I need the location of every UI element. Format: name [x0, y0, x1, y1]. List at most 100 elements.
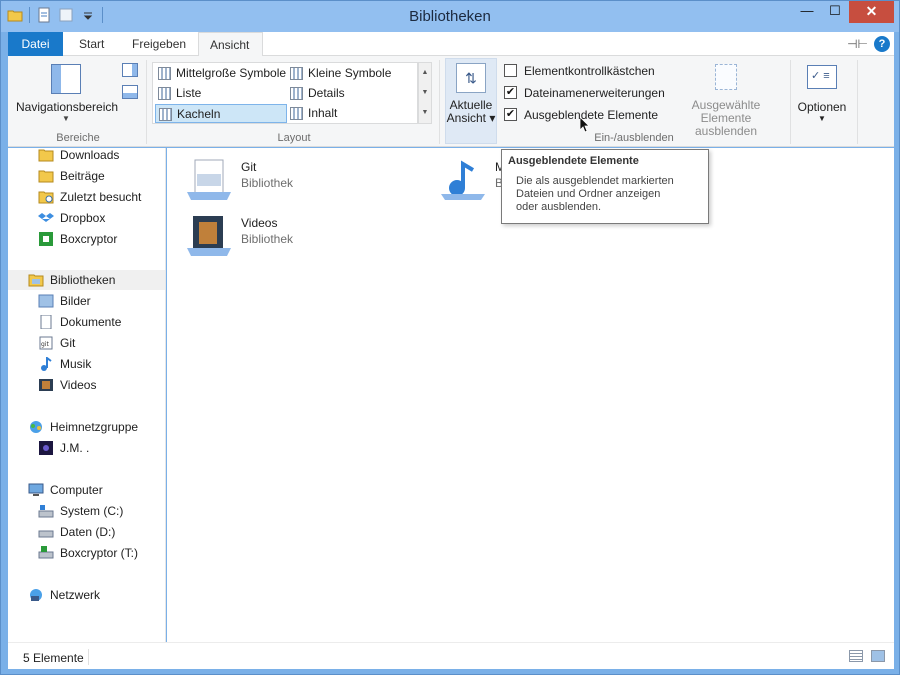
tile-git[interactable]: Git Bibliothek: [187, 158, 387, 206]
nav-item-label: Netzwerk: [50, 588, 101, 602]
navigation-pane-button[interactable]: Navigationsbereich ▼: [16, 62, 119, 123]
checkbox-checked[interactable]: ✔: [504, 86, 517, 99]
layout-list[interactable]: Liste: [155, 84, 287, 103]
nav-item-label: Zuletzt besucht: [60, 190, 142, 204]
ribbon-tabs: Datei Start Freigeben Ansicht ⊣⊢ ?: [8, 32, 894, 57]
layout-content[interactable]: Inhalt: [287, 104, 415, 123]
nav-item-label: System (C:): [60, 504, 124, 518]
tab-share[interactable]: Freigeben: [121, 32, 197, 56]
nav-item-label: Downloads: [60, 148, 120, 162]
grid-icon: [158, 67, 171, 80]
tooltip-title: Ausgeblendete Elemente: [508, 155, 639, 167]
git-library-icon: [187, 158, 231, 202]
explorer-window: Bibliotheken — ☐ ✕ Datei Start Freigeben…: [0, 0, 900, 675]
nav-item-libraries[interactable]: Bibliotheken: [8, 270, 165, 290]
current-view-button[interactable]: ⇅ Aktuelle Ansicht ▾: [445, 58, 497, 144]
scroll-down-icon[interactable]: ▼: [419, 83, 431, 103]
tiles-icon: [159, 108, 172, 121]
pictures-icon: [38, 294, 54, 308]
nav-item-label: Boxcryptor (T:): [60, 546, 139, 560]
close-button[interactable]: ✕: [849, 1, 894, 23]
maximize-button[interactable]: ☐: [821, 1, 849, 23]
layout-small-icons[interactable]: Kleine Symbole: [287, 64, 415, 83]
gallery-expand-icon[interactable]: ▼: [419, 103, 431, 123]
scroll-up-icon[interactable]: ▲: [419, 63, 431, 83]
checkbox-label: Ausgeblendete Elemente: [524, 108, 659, 122]
checkbox-label: Dateinamenerweiterungen: [524, 86, 665, 100]
svg-text:git: git: [41, 341, 49, 348]
nav-item-label: Bilder: [60, 294, 91, 308]
options-button[interactable]: Optionen ▼: [794, 62, 850, 123]
layout-item-label: Kleine Symbole: [308, 66, 392, 80]
mouse-cursor-icon: [580, 117, 590, 133]
nav-item-label: Bibliotheken: [50, 273, 116, 287]
hide-selected-button[interactable]: Ausgewählte Elemente ausblenden: [668, 62, 784, 138]
details-pane-button[interactable]: [122, 85, 138, 99]
tab-view[interactable]: Ansicht: [198, 32, 263, 57]
tab-start[interactable]: Start: [68, 32, 115, 56]
layout-gallery-scroll[interactable]: ▲ ▼ ▼: [418, 62, 432, 124]
options-icon: [807, 65, 837, 89]
content-icon: [290, 107, 303, 120]
folder-icon: [38, 169, 54, 183]
hide-selected-icon: [715, 64, 737, 90]
minimize-button[interactable]: —: [793, 1, 821, 23]
pin-ribbon-icon[interactable]: ⊣⊢: [847, 37, 868, 51]
chevron-down-icon: ▼: [62, 114, 70, 123]
chevron-down-icon: ▼: [818, 114, 826, 123]
tab-file[interactable]: Datei: [8, 32, 63, 56]
checkbox-unchecked[interactable]: [504, 64, 517, 77]
group-separator: [439, 60, 440, 144]
videos-icon: [38, 378, 54, 392]
list-icon: [158, 87, 171, 100]
nav-item-label: Dokumente: [60, 315, 122, 329]
nav-item-label: J.M. .: [60, 441, 90, 455]
tile-videos[interactable]: Videos Bibliothek: [187, 214, 387, 262]
grid-icon: [290, 67, 303, 80]
nav-item-label: Beiträge: [60, 169, 105, 183]
checkbox-file-extensions[interactable]: ✔ Dateinamenerweiterungen: [504, 84, 665, 102]
homegroup-icon: [28, 420, 44, 434]
layout-item-label: Liste: [176, 86, 202, 100]
group-label-showhide: Ein-/ausblenden: [594, 132, 674, 144]
tile-type: Bibliothek: [241, 232, 294, 246]
navigation-pane-icon: [51, 64, 81, 94]
details-view-icon[interactable]: [849, 650, 863, 662]
nav-item-label: Heimnetzgruppe: [50, 420, 139, 434]
group-separator: [857, 60, 858, 144]
group-separator: [146, 60, 147, 144]
tile-type: Bibliothek: [241, 176, 294, 190]
nav-item-label: Git: [60, 336, 76, 350]
checkbox-checked[interactable]: ✔: [504, 108, 517, 121]
boxcryptor-drive-icon: [38, 546, 54, 560]
tile-name: Git: [241, 160, 257, 174]
checkbox-item-checkboxes[interactable]: Elementkontrollkästchen: [504, 62, 655, 80]
checkbox-label: Elementkontrollkästchen: [524, 64, 655, 78]
navigation-pane-label: Navigationsbereich: [16, 100, 119, 114]
git-icon: git: [38, 336, 54, 350]
libraries-icon: [28, 273, 44, 287]
system-drive-icon: [38, 504, 54, 518]
item-count: 5 Elemente: [23, 651, 84, 665]
nav-item-label: Musik: [60, 357, 92, 371]
music-library-icon: [441, 158, 485, 202]
tooltip-text-line: Die als ausgeblendet markierten: [516, 175, 674, 187]
status-separator: [88, 649, 89, 665]
layout-item-label: Mittelgroße Symbole: [176, 66, 287, 80]
computer-icon: [28, 483, 44, 497]
nav-item-label: Videos: [60, 378, 97, 392]
title-bar: Bibliotheken — ☐ ✕: [1, 1, 899, 32]
help-icon[interactable]: ?: [874, 36, 890, 52]
layout-tiles[interactable]: Kacheln: [155, 104, 287, 123]
documents-icon: [38, 314, 54, 330]
layout-details[interactable]: Details: [287, 84, 415, 103]
large-icons-view-icon[interactable]: [871, 650, 885, 662]
details-icon: [290, 87, 303, 100]
current-view-label-text: Ansicht: [446, 111, 486, 125]
layout-item-label: Details: [308, 86, 345, 100]
nav-item-label: Computer: [50, 483, 103, 497]
layout-medium-icons[interactable]: Mittelgroße Symbole: [155, 64, 287, 83]
music-icon: [38, 356, 54, 371]
preview-pane-button[interactable]: [122, 63, 138, 77]
nav-item-label: Dropbox: [60, 211, 106, 225]
